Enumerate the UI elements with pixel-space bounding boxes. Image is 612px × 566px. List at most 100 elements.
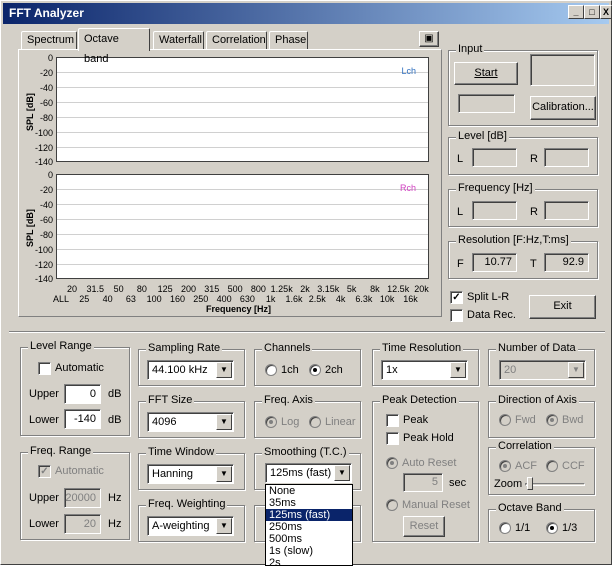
x-axis-label: Frequency [Hz] — [206, 304, 272, 314]
minimize-button[interactable]: _ — [568, 5, 584, 19]
octave-1-3-label: 1/3 — [562, 522, 578, 534]
reset-button[interactable]: Reset — [403, 516, 445, 537]
freq-lower-input[interactable]: 20 — [64, 514, 101, 534]
acf-radio[interactable] — [499, 460, 511, 472]
log-label: Log — [281, 416, 300, 428]
hz-unit: Hz — [108, 518, 122, 530]
time-res-select[interactable]: 1x ▼ — [381, 360, 468, 380]
sec-unit: sec — [449, 477, 467, 489]
smoothing-option[interactable]: None — [266, 485, 352, 497]
lower-level-input[interactable]: -140 — [64, 409, 101, 429]
tab-octave-band[interactable]: Octave band — [78, 28, 150, 65]
auto-reset-radio[interactable] — [386, 457, 398, 469]
peak-hold-label: Peak Hold — [403, 432, 454, 444]
fwd-radio[interactable] — [499, 414, 511, 426]
ccf-radio[interactable] — [546, 460, 558, 472]
smoothing-select[interactable]: 125ms (fast) ▼ — [265, 463, 352, 483]
freq-l-label: L — [457, 206, 464, 218]
auto-reset-label: Auto Reset — [402, 457, 457, 469]
peak-hold-checkbox[interactable] — [386, 432, 399, 445]
log-radio[interactable] — [265, 416, 277, 428]
calibration-button[interactable]: Calibration... — [530, 96, 596, 120]
octave-1-3-radio[interactable] — [546, 522, 558, 534]
split-lr-label: Split L-R — [467, 291, 510, 303]
ytick: 0 — [47, 53, 53, 63]
sampling-rate-select[interactable]: 44.100 kHz ▼ — [147, 360, 234, 380]
ytick: -20 — [39, 68, 53, 78]
res-t-field: 92.9 — [544, 253, 589, 272]
res-f-label: F — [457, 258, 464, 270]
close-button[interactable]: X — [600, 5, 612, 19]
freq-auto-label: Automatic — [55, 465, 104, 477]
db-unit: dB — [108, 388, 122, 400]
maximize-button[interactable]: □ — [584, 5, 600, 19]
tab-spectrum[interactable]: Spectrum — [21, 31, 77, 50]
zoom-slider-track[interactable] — [525, 483, 585, 486]
camera-icon[interactable]: ▣ — [419, 31, 439, 47]
upper-level-input[interactable]: 0 — [64, 384, 101, 404]
lch-label: Lch — [401, 66, 416, 76]
freq-upper-label: Upper — [29, 492, 59, 504]
ytick: -20 — [39, 185, 53, 195]
linear-radio[interactable] — [309, 416, 321, 428]
x-tick-top: 20k — [414, 284, 429, 294]
tab-correlation[interactable]: Correlation — [206, 31, 267, 50]
freq-r-field — [544, 201, 589, 220]
manual-reset-label: Manual Reset — [402, 499, 470, 511]
freq-weighting-select[interactable]: A-weighting ▼ — [147, 516, 234, 536]
data-rec-checkbox[interactable] — [450, 309, 463, 322]
rch-plot: Rch — [56, 174, 429, 279]
input-display — [530, 54, 595, 86]
smoothing-option[interactable]: 500ms — [266, 533, 352, 545]
level-auto-label: Automatic — [55, 362, 104, 374]
level-l-field — [472, 148, 517, 167]
ytick: -140 — [34, 157, 53, 167]
level-auto-checkbox[interactable] — [38, 362, 51, 375]
smoothing-option[interactable]: 125ms (fast) — [266, 509, 352, 521]
peak-label: Peak — [403, 414, 429, 426]
start-button[interactable]: Start — [454, 62, 518, 85]
smoothing-option[interactable]: 35ms — [266, 497, 352, 509]
ch1-radio[interactable] — [265, 364, 277, 376]
reset-seconds-input[interactable]: 5 — [403, 473, 443, 492]
level-l-label: L — [457, 153, 464, 165]
lch-plot: Lch — [56, 57, 429, 162]
zoom-label: Zoom — [494, 478, 523, 490]
number-data-select[interactable]: 20 ▼ — [499, 360, 586, 380]
peak-checkbox[interactable] — [386, 414, 399, 427]
bwd-radio[interactable] — [546, 414, 558, 426]
data-rec-label: Data Rec. — [467, 309, 516, 321]
time-window-select[interactable]: Hanning ▼ — [147, 464, 234, 484]
lower-label: Lower — [29, 414, 59, 426]
rch-label: Rch — [399, 183, 416, 193]
freq-r-label: R — [530, 206, 538, 218]
freq-auto-checkbox[interactable]: ✓ — [38, 465, 51, 478]
ch1-label: 1ch — [281, 364, 299, 376]
freq-l-field — [472, 201, 517, 220]
level-r-label: R — [530, 153, 538, 165]
acf-label: ACF — [515, 460, 537, 472]
zoom-slider-thumb[interactable] — [527, 477, 533, 490]
split-lr-checkbox[interactable]: ✓ — [450, 291, 463, 304]
tab-phase[interactable]: Phase — [269, 31, 308, 50]
tab-waterfall[interactable]: Waterfall — [153, 31, 204, 50]
ytick: -120 — [34, 143, 53, 153]
level-r-field — [544, 148, 589, 167]
fft-size-select[interactable]: 4096 ▼ — [147, 412, 234, 432]
ytick: -140 — [34, 274, 53, 284]
smoothing-dropdown-list[interactable]: None 35ms 125ms (fast) 250ms 500ms 1s (slow) 2… — [265, 484, 353, 566]
manual-reset-radio[interactable] — [386, 499, 398, 511]
upper-label: Upper — [29, 388, 59, 400]
ch2-radio[interactable] — [309, 364, 321, 376]
db-unit: dB — [108, 414, 122, 426]
freq-upper-input[interactable]: 20000 — [64, 488, 101, 508]
smoothing-option[interactable]: 1s (slow) — [266, 545, 352, 557]
linear-label: Linear — [325, 416, 356, 428]
res-t-label: T — [530, 258, 537, 270]
ytick: -120 — [34, 260, 53, 270]
octave-1-1-radio[interactable] — [499, 522, 511, 534]
smoothing-option[interactable]: 250ms — [266, 521, 352, 533]
ytick: 0 — [47, 170, 53, 180]
exit-button[interactable]: Exit — [529, 295, 596, 319]
hz-unit: Hz — [108, 492, 122, 504]
